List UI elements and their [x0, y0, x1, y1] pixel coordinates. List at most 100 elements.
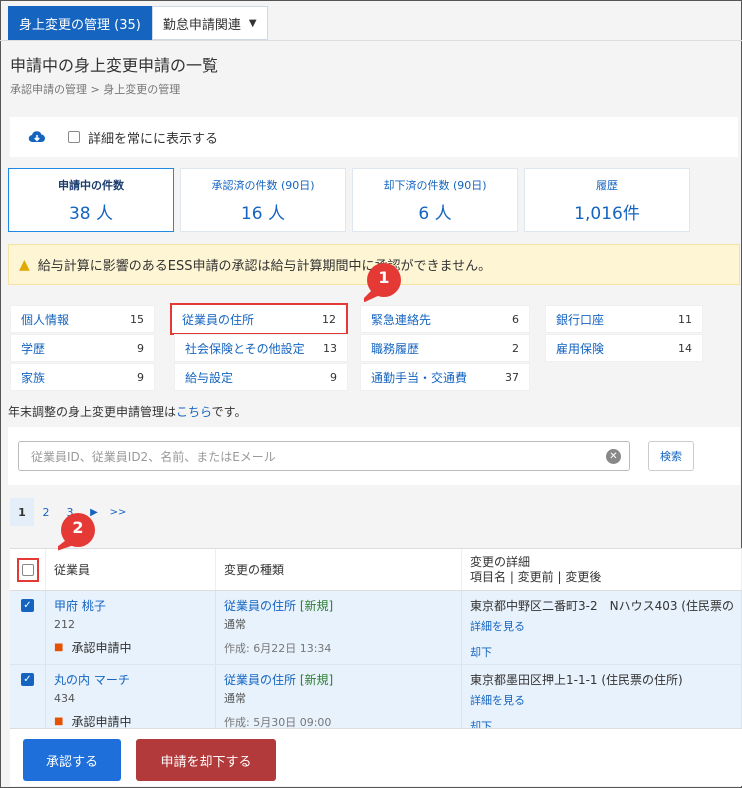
select-all-checkbox-highlight [16, 557, 39, 582]
category-label: 職務履歴 [371, 341, 420, 356]
row-checkbox[interactable]: ✓ [21, 673, 34, 686]
action-bar: 承認する 申請を却下する [10, 728, 742, 786]
detail-header-line1: 変更の詳細 [470, 554, 531, 569]
category-label: 学歴 [21, 341, 46, 356]
cloud-download-icon[interactable] [28, 129, 46, 145]
yearend-link[interactable]: こちら [176, 405, 212, 419]
tab-profile-changes[interactable]: 身上変更の管理 (35) [8, 6, 152, 40]
row-select-cell: ✓ [10, 591, 46, 664]
page-1[interactable]: 1 [10, 498, 34, 526]
view-details-link[interactable]: 詳細を見る [470, 618, 733, 634]
employee-cell: 甲府 桃子 212 ■ 承認申請中 [46, 591, 216, 664]
search-input[interactable]: 従業員ID、従業員ID2、名前、またはEメール ✕ [18, 441, 630, 471]
change-detail-text: 東京都墨田区押上1-1-1 (住民票の住所) [470, 673, 683, 687]
header-employee[interactable]: 従業員 [46, 549, 216, 590]
show-details-label: 詳細を常にに表示する [88, 131, 219, 147]
yearend-note: 年末調整の身上変更申請管理はこちらです。 [8, 403, 246, 420]
category-label: 通勤手当・交通費 [371, 370, 468, 385]
approve-button[interactable]: 承認する [23, 739, 121, 781]
category-education[interactable]: 学歴 9 [10, 334, 155, 362]
category-count: 13 [323, 341, 337, 355]
category-count: 15 [130, 312, 144, 326]
change-type-cell: 従業員の住所 [新規] 通常 作成: 6月22日 13:34 [216, 591, 462, 664]
header-change-type[interactable]: 変更の種類 [216, 549, 462, 590]
toolbar: 詳細を常にに表示する [10, 117, 738, 157]
employee-id: 212 [54, 618, 75, 631]
category-label: 個人情報 [21, 312, 70, 327]
category-count: 9 [137, 341, 144, 355]
status: ■ 承認申請中 [54, 639, 207, 656]
tab-attendance-requests[interactable]: 勤怠申請関連 ▼ [151, 6, 268, 40]
category-employment-insurance[interactable]: 雇用保険 14 [545, 334, 703, 362]
category-emergency-contact[interactable]: 緊急連絡先 6 [360, 305, 530, 333]
summary-card-rejected[interactable]: 却下済の件数 (90日) 6 人 [352, 168, 518, 232]
select-all-checkbox[interactable] [21, 563, 34, 576]
summary-card-pending[interactable]: 申請中の件数 38 人 [8, 168, 174, 232]
category-commute-allowance[interactable]: 通勤手当・交通費 37 [360, 363, 530, 391]
card-title: 履歴 [596, 178, 618, 192]
divider [0, 40, 742, 41]
change-type-link[interactable]: 従業員の住所 [224, 599, 296, 613]
employee-name-link[interactable]: 甲府 桃子 [54, 597, 207, 614]
table-row[interactable]: ✓ 甲府 桃子 212 ■ 承認申請中 従業員の住所 [新規] 通常 作成: 6月… [10, 591, 742, 665]
change-detail-cell: 東京都中野区二番町3-2 Nハウス403 (住民票の住所) 詳細を見る 却下 [462, 591, 742, 664]
new-tag: [新規] [299, 673, 334, 687]
callout-marker-2: 2 [48, 512, 98, 554]
category-label: 従業員の住所 [182, 312, 255, 327]
change-detail-text: 東京都中野区二番町3-2 Nハウス403 (住民票の住所) [470, 599, 733, 613]
top-tabs: 身上変更の管理 (35) 勤怠申請関連 ▼ [8, 6, 268, 40]
page-2[interactable]: 2 [34, 498, 58, 526]
caret-down-icon: ▼ [248, 17, 257, 29]
summary-card-approved[interactable]: 承認済の件数 (90日) 16 人 [180, 168, 346, 232]
card-title: 承認済の件数 (90日) [211, 178, 315, 192]
reject-link[interactable]: 却下 [470, 644, 733, 660]
category-label: 給与設定 [185, 370, 234, 385]
summary-cards: 申請中の件数 38 人 承認済の件数 (90日) 16 人 却下済の件数 (90… [8, 168, 690, 232]
tab-label: 勤怠申請関連 [162, 17, 241, 33]
category-bank-account[interactable]: 銀行口座 11 [545, 305, 703, 333]
category-count: 11 [678, 312, 692, 326]
employee-id: 434 [54, 692, 75, 705]
row-checkbox[interactable]: ✓ [21, 599, 34, 612]
search-panel: 従業員ID、従業員ID2、名前、またはEメール ✕ 検索 [8, 427, 740, 485]
category-label: 雇用保険 [556, 341, 605, 356]
reject-request-button[interactable]: 申請を却下する [136, 739, 276, 781]
status-text: 承認申請中 [71, 641, 132, 655]
category-count: 6 [512, 312, 519, 326]
created-at: 作成: 6月22日 13:34 [224, 642, 332, 655]
category-job-history[interactable]: 職務履歴 2 [360, 334, 530, 362]
category-payroll-settings[interactable]: 給与設定 9 [174, 363, 348, 391]
callout-marker-1: 1 [356, 262, 404, 306]
callout-number: 1 [378, 268, 390, 287]
category-label: 緊急連絡先 [371, 312, 432, 327]
change-subtype: 通常 [224, 692, 246, 705]
summary-card-history[interactable]: 履歴 1,016件 [524, 168, 690, 232]
employee-name-link[interactable]: 丸の内 マーチ [54, 671, 207, 688]
category-count: 14 [678, 341, 692, 355]
show-details-checkbox[interactable] [68, 131, 80, 143]
category-family[interactable]: 家族 9 [10, 363, 155, 391]
header-select-cell [10, 549, 46, 590]
category-count: 12 [322, 312, 336, 326]
category-personal-info[interactable]: 個人情報 15 [10, 305, 155, 333]
category-count: 9 [137, 370, 144, 384]
clear-icon[interactable]: ✕ [606, 449, 621, 464]
breadcrumb[interactable]: 承認申請の管理 > 身上変更の管理 [10, 81, 180, 97]
category-label: 家族 [21, 370, 46, 385]
card-value: 6 人 [418, 203, 452, 224]
last-page-button[interactable]: >> [106, 498, 130, 526]
category-employee-address[interactable]: 従業員の住所 12 [170, 303, 348, 335]
detail-header-line2: 項目名 | 変更前 | 変更後 [470, 569, 602, 584]
change-type-link[interactable]: 従業員の住所 [224, 673, 296, 687]
warning-icon: ▲ [19, 256, 30, 273]
category-label: 社会保険とその他設定 [185, 341, 305, 356]
inbox-icon: ■ [54, 716, 64, 727]
category-social-insurance[interactable]: 社会保険とその他設定 13 [174, 334, 348, 362]
view-details-link[interactable]: 詳細を見る [470, 692, 733, 708]
search-placeholder: 従業員ID、従業員ID2、名前、またはEメール [31, 449, 276, 464]
yearend-suffix: です。 [211, 405, 247, 419]
category-count: 2 [512, 341, 519, 355]
header-change-detail: 変更の詳細 項目名 | 変更前 | 変更後 [462, 549, 742, 590]
category-count: 9 [330, 370, 337, 384]
search-button[interactable]: 検索 [648, 441, 694, 471]
